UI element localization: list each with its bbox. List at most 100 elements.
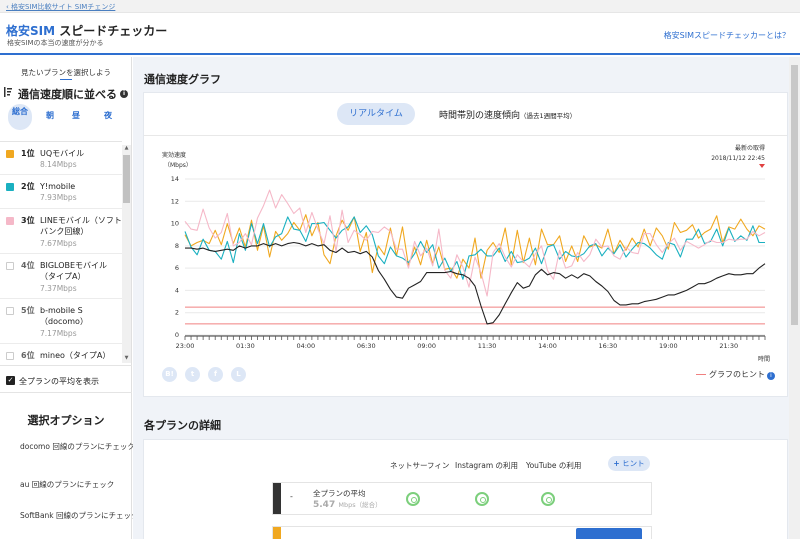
- scrollbar-thumb[interactable]: [123, 155, 130, 203]
- scroll-down-arrow-icon[interactable]: ▼: [122, 355, 131, 363]
- info-icon[interactable]: i: [120, 90, 128, 98]
- tab-trend-label: 時間帯別の速度傾向: [439, 111, 521, 121]
- about-link[interactable]: 格安SIMスピードチェッカーとは？: [664, 30, 790, 41]
- plan-checkbox[interactable]: [6, 352, 14, 360]
- plan-checkbox[interactable]: [6, 183, 14, 197]
- tab-noon[interactable]: 昼: [66, 110, 86, 121]
- divider: [144, 135, 787, 136]
- topbar: ‹ 格安SIM比較サイト SIMチェンジ: [0, 0, 800, 13]
- good-status-icon: [541, 492, 555, 506]
- latest-marker-icon: [759, 164, 765, 168]
- y-tick-label: 0: [175, 331, 179, 339]
- latest-label: 最新の取得: [735, 144, 765, 152]
- plan-checkbox[interactable]: [6, 217, 14, 231]
- page-scrollbar[interactable]: [789, 57, 800, 539]
- y-tick-label: 12: [171, 197, 179, 205]
- back-link[interactable]: ‹ 格安SIM比較サイト SIMチェンジ: [6, 2, 115, 12]
- plan-rank-dash: -: [290, 492, 293, 501]
- plan-item[interactable]: 4位 BIGLOBEモバイル（タイプA） 7.37Mbps: [0, 254, 122, 299]
- plan-checkbox[interactable]: [6, 150, 14, 164]
- plan-checkbox[interactable]: [6, 307, 14, 315]
- plan-rank: 2位: [21, 182, 35, 191]
- plan-speed: 7.67Mbps: [40, 239, 77, 248]
- plan-rank: 1位: [21, 149, 35, 158]
- info-icon: i: [767, 372, 775, 380]
- average-label: 全プランの平均を表示: [19, 377, 99, 386]
- chart-series: [184, 189, 766, 325]
- latest-time: 2018/11/12 22:45: [711, 155, 765, 162]
- plan-speed: 7.37Mbps: [40, 284, 77, 293]
- x-tick-label: 04:00: [296, 342, 315, 350]
- x-tick-label: 23:00: [176, 342, 195, 350]
- logo-black-text: スピードチェッカー: [59, 24, 168, 38]
- good-status-icon: [406, 492, 420, 506]
- speed-chart: 実効速度 （Mbps） 最新の取得 2018/11/12 22:45 0 2 4 6 8…: [162, 144, 770, 363]
- average-checkbox[interactable]: ✓: [6, 376, 15, 385]
- plan-color-bar: [273, 527, 281, 539]
- y-tick-label: 4: [175, 286, 179, 294]
- y-tick-label: 8: [175, 242, 179, 250]
- back-link-label: 格安SIM比較サイト SIMチェンジ: [11, 3, 116, 11]
- plan-list: 1位 UQモバイル 8.14Mbps 2位 Y!mobile 7.93Mbps …: [0, 141, 122, 365]
- hatena-icon[interactable]: B!: [162, 367, 177, 382]
- graph-card: リアルタイム 時間帯別の速度傾向（過去1週間平均） 実効速度 （Mbps） 最新…: [143, 92, 788, 397]
- plan-name: b-mobile S（docomo）: [40, 306, 88, 326]
- graph-hint-link[interactable]: グラフのヒント i: [696, 369, 775, 380]
- plan-rank: 5位: [21, 306, 35, 315]
- facebook-icon[interactable]: f: [208, 367, 223, 382]
- option-au[interactable]: au 回線のプランにチェック: [20, 479, 114, 490]
- plan-checkbox[interactable]: [6, 262, 14, 270]
- hint-button[interactable]: + ヒント: [608, 456, 650, 471]
- x-axis-label: 時間: [758, 355, 770, 363]
- options-title: 選択オプション: [27, 414, 105, 427]
- y-tick-label: 10: [171, 220, 179, 228]
- column-header: ネットサーフィン: [390, 461, 450, 470]
- good-status-icon: [475, 492, 489, 506]
- plan-item[interactable]: 5位 b-mobile S（docomo） 7.17Mbps: [0, 299, 122, 344]
- tab-realtime[interactable]: リアルタイム: [337, 103, 415, 125]
- tab-morning[interactable]: 朝: [40, 110, 60, 121]
- x-tick-label: 19:00: [659, 342, 678, 350]
- tab-all[interactable]: 総合: [8, 104, 32, 130]
- option-docomo[interactable]: docomo 回線のプランにチェック: [20, 441, 135, 452]
- caption-underline: [60, 79, 72, 80]
- plan-name: UQモバイル: [40, 149, 85, 158]
- sort-icon: [4, 87, 12, 97]
- details-card: ネットサーフィン Instagram の利用 YouTube の利用 + ヒント…: [143, 439, 788, 539]
- detail-action-button[interactable]: [576, 528, 642, 539]
- plan-name: BIGLOBEモバイル（タイプA）: [40, 261, 108, 281]
- plan-name: LINEモバイル（ソフトバンク回線）: [40, 216, 122, 236]
- plan-speed: 7.93Mbps: [40, 193, 77, 202]
- hint-line-icon: [696, 374, 706, 375]
- reference-lines: [185, 306, 765, 325]
- site-header: 格安SIM スピードチェッカー 格安SIMの本当の速度が分かる 格安SIMスピー…: [0, 13, 800, 55]
- plan-list-scrollbar[interactable]: ▲ ▼: [122, 145, 131, 363]
- tab-night[interactable]: 夜: [98, 110, 118, 121]
- plan-rank: 6位: [21, 351, 35, 360]
- site-subtitle: 格安SIMの本当の速度が分かる: [7, 39, 104, 47]
- plan-item[interactable]: 6位 mineo（タイプA）: [0, 344, 122, 365]
- plan-detail-speed: 5.47 Mbps（総合）: [313, 499, 382, 510]
- option-softbank[interactable]: SoftBank 回線のプランにチェック: [20, 510, 139, 521]
- tab-trend[interactable]: 時間帯別の速度傾向（過去1週間平均）: [439, 108, 576, 121]
- details-section-title: 各プランの詳細: [144, 419, 221, 432]
- show-average-toggle[interactable]: ✓ 全プランの平均を表示: [0, 365, 132, 393]
- plan-item[interactable]: 3位 LINEモバイル（ソフトバンク回線） 7.67Mbps: [0, 209, 122, 254]
- site-logo[interactable]: 格安SIM スピードチェッカー: [6, 22, 167, 39]
- line-icon[interactable]: L: [231, 367, 246, 382]
- page-scrollbar-thumb[interactable]: [791, 65, 798, 325]
- twitter-icon[interactable]: t: [185, 367, 200, 382]
- plan-detail-speed-value: 5.47: [313, 500, 336, 510]
- plan-item[interactable]: 2位 Y!mobile 7.93Mbps: [0, 175, 122, 209]
- y-axis-unit: （Mbps）: [164, 162, 192, 169]
- plan-color-bar: [273, 483, 281, 514]
- scroll-up-arrow-icon[interactable]: ▲: [122, 145, 131, 153]
- plan-detail-row[interactable]: - 全プランの平均 5.47 Mbps（総合）: [272, 482, 652, 515]
- y-tick-label: 6: [175, 264, 179, 272]
- y-axis-label: 実効速度: [162, 151, 186, 159]
- sort-title: 通信速度順に並べる: [18, 88, 117, 101]
- x-tick-label: 16:30: [599, 342, 618, 350]
- plan-item[interactable]: 1位 UQモバイル 8.14Mbps: [0, 142, 122, 175]
- plan-detail-name: 全プランの平均: [313, 489, 366, 498]
- column-header: YouTube の利用: [526, 461, 582, 470]
